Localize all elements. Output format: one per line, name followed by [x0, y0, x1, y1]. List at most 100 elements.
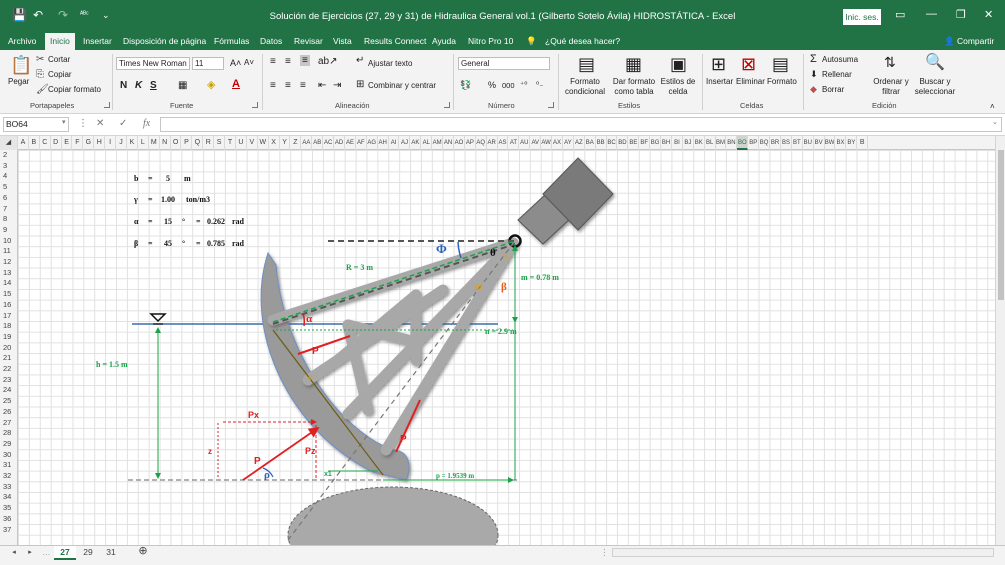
sheet-tab-27[interactable]: 27: [54, 546, 76, 560]
cell-styles-icon[interactable]: ▣: [670, 54, 687, 75]
row-header-28[interactable]: 28: [0, 428, 18, 439]
horizontal-scrollbar[interactable]: [612, 548, 994, 557]
align-center-icon[interactable]: ≡: [285, 80, 291, 91]
cut-icon[interactable]: ✂: [36, 54, 44, 65]
row-header-12[interactable]: 12: [0, 257, 18, 268]
row-header-17[interactable]: 17: [0, 311, 18, 322]
column-header-bq[interactable]: BQ: [759, 136, 771, 150]
column-header-o[interactable]: O: [171, 136, 182, 150]
cancel-icon[interactable]: ✕: [96, 118, 104, 129]
format-as-table-button[interactable]: Dar formato como tabla: [610, 77, 658, 97]
row-header-23[interactable]: 23: [0, 375, 18, 386]
column-header-bf[interactable]: BF: [639, 136, 651, 150]
column-header-bh[interactable]: BH: [661, 136, 672, 150]
merge-center-button[interactable]: Combinar y centrar: [368, 81, 436, 90]
column-header-at[interactable]: AT: [509, 136, 520, 150]
column-header-ar[interactable]: AR: [487, 136, 498, 150]
minimize-icon[interactable]: —: [926, 8, 937, 20]
column-header-bb[interactable]: BB: [596, 136, 607, 150]
column-header-br[interactable]: BR: [770, 136, 781, 150]
share-button[interactable]: 👤 Compartir: [944, 36, 994, 47]
maximize-icon[interactable]: ❐: [956, 8, 966, 21]
column-header-ax[interactable]: AX: [552, 136, 563, 150]
column-header-bi[interactable]: BI: [672, 136, 683, 150]
row-header-24[interactable]: 24: [0, 385, 18, 396]
column-header-q[interactable]: Q: [192, 136, 204, 150]
row-header-3[interactable]: 3: [0, 161, 18, 172]
column-header-p[interactable]: P: [182, 136, 193, 150]
align-bottom-icon[interactable]: ≡: [300, 55, 310, 66]
column-header-l[interactable]: L: [138, 136, 149, 150]
cut-button[interactable]: Cortar: [48, 55, 70, 64]
format-painter-icon[interactable]: 🖌: [36, 84, 49, 95]
sort-filter-icon[interactable]: ⇅: [884, 54, 896, 71]
worksheet-grid[interactable]: ◢ A B C D E F G H I J K L M N O P Q R S T U V W X Y Z AA AB AC AD AE AF…: [0, 136, 995, 545]
paste-button[interactable]: Pegar: [8, 77, 29, 86]
column-header-bl[interactable]: BL: [705, 136, 716, 150]
column-header-u[interactable]: U: [236, 136, 247, 150]
find-select-icon[interactable]: 🔍: [925, 52, 945, 72]
column-header-bc[interactable]: BC: [607, 136, 618, 150]
align-left-icon[interactable]: ≡: [270, 80, 276, 91]
delete-cells-icon[interactable]: ⊠: [741, 54, 756, 75]
increase-decimal-icon[interactable]: ⁺⁰: [520, 80, 527, 89]
column-header-t[interactable]: T: [225, 136, 236, 150]
copy-icon[interactable]: ⎘: [36, 69, 44, 80]
column-header-as[interactable]: AS: [498, 136, 509, 150]
row-header-8[interactable]: 8: [0, 214, 18, 225]
row-header-15[interactable]: 15: [0, 289, 18, 300]
tab-insertar[interactable]: Insertar: [83, 36, 112, 46]
column-header-av[interactable]: AV: [530, 136, 542, 150]
number-launcher-icon[interactable]: [548, 102, 554, 108]
row-header-26[interactable]: 26: [0, 407, 18, 418]
add-sheet-icon[interactable]: ⊕: [135, 545, 151, 559]
column-header-bp[interactable]: BP: [748, 136, 760, 150]
column-header-g[interactable]: G: [83, 136, 95, 150]
row-header-35[interactable]: 35: [0, 503, 18, 514]
column-header-j[interactable]: J: [116, 136, 127, 150]
clear-icon[interactable]: ◆: [810, 84, 817, 95]
column-header-az[interactable]: AZ: [574, 136, 585, 150]
decrease-decimal-icon[interactable]: ⁰₋: [536, 80, 543, 89]
copy-button[interactable]: Copiar: [48, 70, 72, 79]
tell-me-search[interactable]: ¿Qué desea hacer?: [545, 36, 620, 46]
collapse-ribbon-icon[interactable]: ˄: [990, 102, 995, 111]
fill-button[interactable]: Rellenar: [822, 70, 852, 79]
conditional-format-icon[interactable]: ▤: [578, 54, 595, 75]
select-all-button[interactable]: ◢: [0, 136, 18, 150]
increase-indent-icon[interactable]: ⇥: [333, 80, 341, 91]
column-header-b[interactable]: B: [857, 136, 869, 150]
signin-button[interactable]: Inic. ses.: [843, 9, 881, 25]
font-name-select[interactable]: Times New Roman: [116, 57, 190, 70]
insert-cells-button[interactable]: Insertar: [706, 77, 733, 86]
column-header-x[interactable]: X: [269, 136, 280, 150]
column-header-ad[interactable]: AD: [334, 136, 345, 150]
column-header-aj[interactable]: AJ: [400, 136, 411, 150]
column-header-v[interactable]: V: [247, 136, 258, 150]
format-painter-button[interactable]: Copiar formato: [48, 85, 101, 94]
sheet-tab-31[interactable]: 31: [100, 546, 122, 560]
column-header-bn[interactable]: BN: [727, 136, 738, 150]
align-middle-icon[interactable]: ≡: [285, 56, 291, 67]
decrease-indent-icon[interactable]: ⇤: [318, 80, 326, 91]
next-sheet-icon[interactable]: ▸: [24, 546, 36, 560]
column-header-i[interactable]: I: [105, 136, 117, 150]
ribbon-display-icon[interactable]: ▭: [895, 8, 905, 21]
row-header-5[interactable]: 5: [0, 182, 18, 193]
column-header-k[interactable]: K: [127, 136, 138, 150]
column-header-e[interactable]: E: [62, 136, 73, 150]
clear-button[interactable]: Borrar: [822, 85, 844, 94]
formula-input[interactable]: [160, 117, 1002, 132]
column-header-bw[interactable]: BW: [825, 136, 836, 150]
column-header-ac[interactable]: AC: [323, 136, 335, 150]
sheet-tab-29[interactable]: 29: [78, 546, 98, 560]
tab-nitro[interactable]: Nitro Pro 10: [468, 36, 513, 46]
tab-inicio[interactable]: Inicio: [45, 33, 75, 50]
row-header-34[interactable]: 34: [0, 492, 18, 503]
row-header-19[interactable]: 19: [0, 332, 18, 343]
row-header-13[interactable]: 13: [0, 268, 18, 279]
column-header-ae[interactable]: AE: [345, 136, 356, 150]
row-header-18[interactable]: 18: [0, 321, 18, 332]
alignment-launcher-icon[interactable]: [444, 102, 450, 108]
merge-icon[interactable]: ⊞: [356, 79, 364, 90]
